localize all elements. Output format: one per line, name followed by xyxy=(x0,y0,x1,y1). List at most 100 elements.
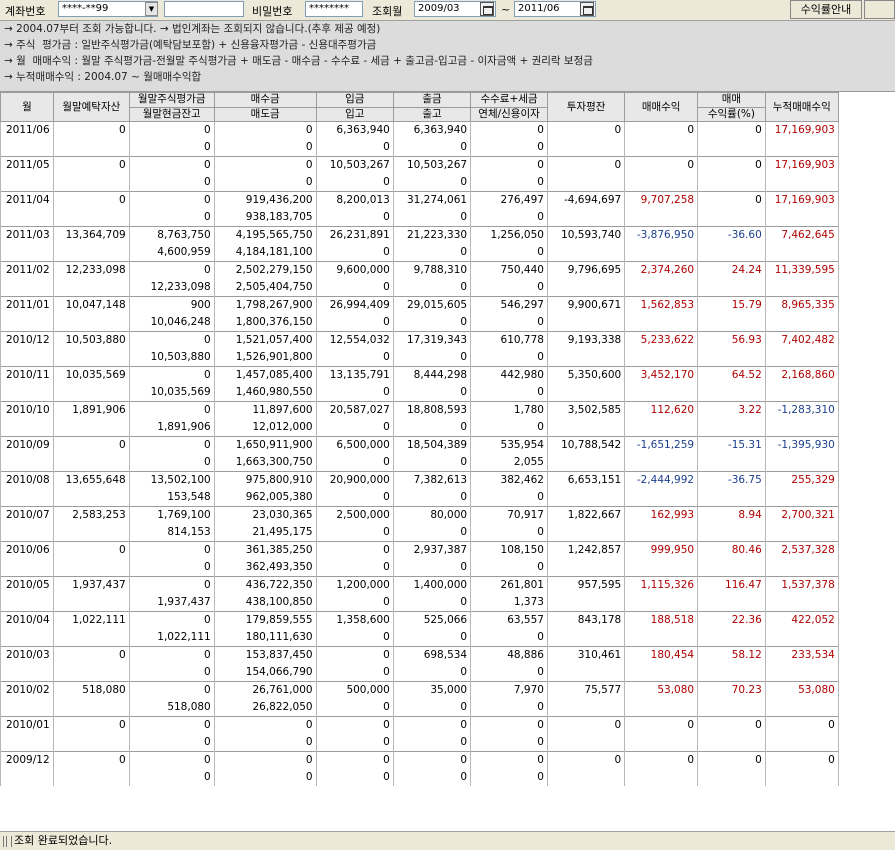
cell-avg-invest: 0 xyxy=(546,156,626,192)
table-row[interactable]: 2011/01 10,047,148 900 1,798,267,900 26,994,… xyxy=(0,296,895,332)
table-row[interactable]: 2009/12 0 0 0 0 0 0 0 0 0 0 xyxy=(0,751,895,786)
cell-rate: 15.79 xyxy=(697,296,766,332)
extra-button[interactable] xyxy=(864,0,895,19)
table-row[interactable]: 2010/02 518,080 0 26,761,000 500,000 35,000 7,… xyxy=(0,681,895,717)
status-bar: 조회 완료되었습니다. xyxy=(0,831,895,850)
cell-fee: 0 xyxy=(470,121,548,139)
col-in[interactable]: 입금 xyxy=(315,92,394,108)
cell-cash: 0 xyxy=(128,454,215,472)
cell-rate: 22.36 xyxy=(697,611,766,647)
cell-stock-in: 0 xyxy=(315,699,394,717)
cell-sell: 21,495,175 xyxy=(213,524,317,542)
cell-cum-profit: 17,169,903 xyxy=(764,191,839,227)
col-stock-in[interactable]: 입고 xyxy=(315,106,394,122)
profit-rate-guide-button[interactable]: 수익률안내 xyxy=(790,0,862,19)
cell-buy: 1,650,911,900 xyxy=(213,436,317,454)
col-avg-invest[interactable]: 투자평잔 xyxy=(546,92,626,122)
cell-rate: 56.93 xyxy=(697,331,766,367)
cell-deposit: 1,937,437 xyxy=(52,576,130,612)
col-fee[interactable]: 수수료+세금 xyxy=(470,92,548,108)
cell-out: 2,937,387 xyxy=(392,541,472,559)
cell-stock-eval: 0 xyxy=(128,401,215,419)
table-row[interactable]: 2011/05 0 0 0 10,503,267 10,503,267 0 0 0 0 17,169… xyxy=(0,156,895,192)
cell-cum-profit: 2,168,860 xyxy=(764,366,839,402)
account-number-field[interactable]: ****-**99 xyxy=(58,1,158,17)
col-cum-profit[interactable]: 누적매매수익 xyxy=(764,92,839,122)
col-deposit[interactable]: 월말예탁자산 xyxy=(52,92,130,122)
cell-cum-profit: 255,329 xyxy=(764,471,839,507)
table-row[interactable]: 2010/03 0 0 153,837,450 0 698,534 48,886 310,46… xyxy=(0,646,895,682)
col-buy[interactable]: 매수금 xyxy=(213,92,317,108)
col-trade-profit[interactable]: 매매수익 xyxy=(624,92,699,122)
info-panel: → 2004.07부터 조회 가능합니다. → 법인계좌는 조회되지 않습니다.… xyxy=(0,21,895,92)
col-rate[interactable]: 매매 xyxy=(697,92,766,108)
table-row[interactable]: 2010/06 0 0 361,385,250 0 2,937,387 108,150 1,2… xyxy=(0,541,895,577)
cell-out: 18,808,593 xyxy=(392,401,472,419)
table-row[interactable]: 2011/03 13,364,709 8,763,750 4,195,565,750 2… xyxy=(0,226,895,262)
table-row[interactable]: 2010/09 0 0 1,650,911,900 6,500,000 18,504,38… xyxy=(0,436,895,472)
col-sell[interactable]: 매도금 xyxy=(213,106,317,122)
from-calendar-icon[interactable] xyxy=(480,2,494,16)
cell-avg-invest: 10,593,740 xyxy=(546,226,626,262)
table-row[interactable]: 2011/04 0 0 919,436,200 8,200,013 31,274,061 2… xyxy=(0,191,895,227)
cell-month: 2009/12 xyxy=(0,751,54,786)
range-separator: ~ xyxy=(501,3,511,16)
col-interest[interactable]: 연체/신용이자 xyxy=(470,106,548,122)
table-row[interactable]: 2010/05 1,937,437 0 436,722,350 1,200,000 1,4… xyxy=(0,576,895,612)
col-stock-eval[interactable]: 월말주식평가금 xyxy=(128,92,215,108)
cell-rate: 58.12 xyxy=(697,646,766,682)
cell-deposit: 10,035,569 xyxy=(52,366,130,402)
col-out[interactable]: 출금 xyxy=(392,92,472,108)
col-cash[interactable]: 월말현금잔고 xyxy=(128,106,215,122)
cell-stock-out: 0 xyxy=(392,629,472,647)
cell-out: 6,363,940 xyxy=(392,121,472,139)
cell-buy: 0 xyxy=(213,156,317,174)
cell-avg-invest: 0 xyxy=(546,716,626,752)
table-row[interactable]: 2010/10 1,891,906 0 11,897,600 20,587,027 18,… xyxy=(0,401,895,437)
table-row[interactable]: 2010/04 1,022,111 0 179,859,555 1,358,600 525… xyxy=(0,611,895,647)
cell-sell: 1,526,901,800 xyxy=(213,349,317,367)
account-dropdown-chevron-icon[interactable]: ▼ xyxy=(145,2,158,16)
account-name-field[interactable] xyxy=(164,1,244,17)
cell-avg-invest: 9,796,695 xyxy=(546,261,626,297)
table-row[interactable]: 2010/12 10,503,880 0 1,521,057,400 12,554,03… xyxy=(0,331,895,367)
cell-cum-profit: -1,283,310 xyxy=(764,401,839,437)
cell-cum-profit: 2,700,321 xyxy=(764,506,839,542)
to-calendar-icon[interactable] xyxy=(580,2,594,16)
cell-buy: 361,385,250 xyxy=(213,541,317,559)
col-stock-out[interactable]: 출고 xyxy=(392,106,472,122)
cell-out: 0 xyxy=(392,751,472,769)
cell-month: 2010/01 xyxy=(0,716,54,752)
cell-buy: 23,030,365 xyxy=(213,506,317,524)
table-row[interactable]: 2011/06 0 0 0 6,363,940 6,363,940 0 0 0 0 17,169,9… xyxy=(0,121,895,157)
table-row[interactable]: 2011/02 12,233,098 0 2,502,279,150 9,600,000… xyxy=(0,261,895,297)
cell-avg-invest: 75,577 xyxy=(546,681,626,717)
col-month[interactable]: 월 xyxy=(0,92,54,122)
cell-avg-invest: 6,653,151 xyxy=(546,471,626,507)
table-row[interactable]: 2010/07 2,583,253 1,769,100 23,030,365 2,500… xyxy=(0,506,895,542)
cell-interest: 0 xyxy=(470,559,548,577)
cell-rate: 8.94 xyxy=(697,506,766,542)
table-row[interactable]: 2010/01 0 0 0 0 0 0 0 0 0 0 xyxy=(0,716,895,752)
cell-deposit: 0 xyxy=(52,121,130,157)
cell-out: 1,400,000 xyxy=(392,576,472,594)
cell-stock-eval: 0 xyxy=(128,366,215,384)
col-rate-pct[interactable]: 수익률(%) xyxy=(697,106,766,122)
cell-in: 0 xyxy=(315,541,394,559)
cell-in: 13,135,791 xyxy=(315,366,394,384)
cell-cum-profit: 53,080 xyxy=(764,681,839,717)
cell-deposit: 10,503,880 xyxy=(52,331,130,367)
table-row[interactable]: 2010/11 10,035,569 0 1,457,085,400 13,135,79… xyxy=(0,366,895,402)
cell-deposit: 0 xyxy=(52,156,130,192)
cell-month: 2011/05 xyxy=(0,156,54,192)
cell-sell: 1,800,376,150 xyxy=(213,314,317,332)
cell-deposit: 13,364,709 xyxy=(52,226,130,262)
cell-stock-out: 0 xyxy=(392,209,472,227)
cell-sell: 0 xyxy=(213,769,317,786)
cell-buy: 0 xyxy=(213,121,317,139)
table-row[interactable]: 2010/08 13,655,648 13,502,100 975,800,910 20… xyxy=(0,471,895,507)
cell-cash: 12,233,098 xyxy=(128,279,215,297)
password-field[interactable]: ******** xyxy=(305,1,363,17)
profit-grid[interactable]: 월 월말예탁자산 월말주식평가금 매수금 입금 출금 수수료+세금 투자평잔 매… xyxy=(0,92,895,827)
cell-in: 1,358,600 xyxy=(315,611,394,629)
